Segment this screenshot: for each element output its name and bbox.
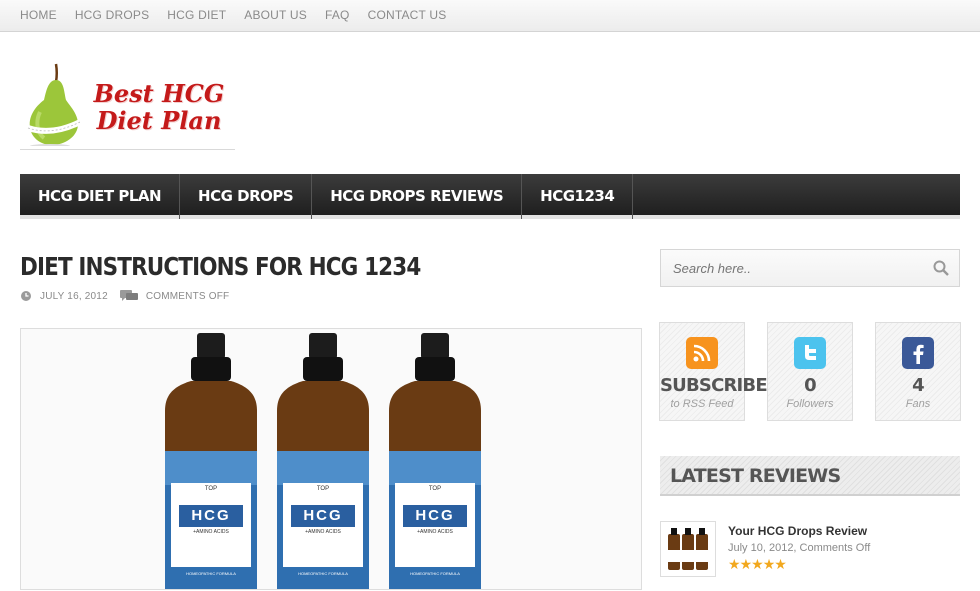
rss-label: SUBSCRIBE [660, 375, 768, 396]
top-bar: HOME HCG DROPS HCG DIET ABOUT US FAQ CON… [0, 0, 980, 32]
main-nav-hcg-drops[interactable]: HCG DROPS [180, 174, 313, 219]
bottle-label-footer: HOMEOPATHIC FORMULA [186, 571, 236, 576]
top-nav-hcg-diet[interactable]: HCG DIET [167, 0, 226, 30]
site-logo[interactable]: Best HCG Diet Plan [20, 58, 235, 150]
bottle-label-brand: HCG [415, 507, 455, 524]
search-box [660, 249, 960, 287]
review-meta: July 10, 2012, Comments Off [728, 542, 871, 554]
twitter-followers-box[interactable]: 0 Followers [767, 322, 853, 421]
facebook-count: 4 [912, 375, 925, 396]
star-icon: ★ [739, 556, 753, 572]
twitter-sublabel: Followers [786, 398, 834, 410]
bottle-label-brand: HCG [191, 507, 231, 524]
rss-icon [686, 337, 718, 369]
pear-logo-icon [27, 63, 80, 146]
twitter-icon [794, 337, 826, 369]
top-nav-about-us[interactable]: ABOUT US [244, 0, 307, 30]
logo-line-2: Diet Plan [96, 106, 222, 135]
top-nav-hcg-drops[interactable]: HCG DROPS [75, 0, 149, 30]
bottle-label-sub: +AMINO ACIDS [417, 529, 453, 535]
star-icon: ★ [774, 556, 787, 572]
bottle-label-footer: HOMEOPATHIC FORMULA [410, 571, 460, 576]
comments-icon [119, 290, 138, 301]
post-featured-image[interactable]: TOP HCG +AMINO ACIDS HOMEOPATHIC FORMULA… [20, 328, 642, 590]
top-nav: HOME HCG DROPS HCG DIET ABOUT US FAQ CON… [0, 0, 980, 30]
bottle-label-top: TOP [204, 486, 218, 492]
twitter-count: 0 [804, 375, 817, 396]
review-thumbnail[interactable] [660, 521, 716, 577]
main-nav-hcg-diet-plan[interactable]: HCG DIET PLAN [20, 174, 181, 219]
review-title[interactable]: Your HCG Drops Review [728, 524, 867, 538]
search-input[interactable] [661, 250, 921, 286]
facebook-fans-box[interactable]: 4 Fans [875, 322, 961, 421]
post-meta: JULY 16, 2012 COMMENTS OFF [20, 290, 241, 302]
bottle-label-top: TOP [428, 486, 442, 492]
post-comments[interactable]: COMMENTS OFF [146, 291, 230, 302]
hcg-bottle-image [165, 333, 257, 589]
bottle-label-sub: +AMINO ACIDS [305, 529, 341, 535]
star-icon: ★ [751, 556, 764, 572]
post-title[interactable]: DIET INSTRUCTIONS FOR HCG 1234 [20, 252, 421, 281]
bottle-label-sub: +AMINO ACIDS [193, 529, 229, 535]
top-nav-home[interactable]: HOME [20, 0, 57, 30]
star-icon: ★ [728, 556, 741, 572]
top-nav-contact-us[interactable]: CONTACT US [368, 0, 447, 30]
latest-reviews-title: LATEST REVIEWS [670, 465, 841, 487]
bottles-thumbnail-icon [668, 528, 708, 570]
bottle-label-footer: HOMEOPATHIC FORMULA [298, 571, 348, 576]
logo-line-1: Best HCG [93, 79, 225, 108]
review-rating-stars: ★★★★★ [728, 556, 787, 573]
clock-icon [21, 291, 31, 301]
facebook-icon [902, 337, 934, 369]
facebook-sublabel: Fans [905, 398, 931, 410]
main-nav-hcg-drops-reviews[interactable]: HCG DROPS REVIEWS [312, 174, 523, 219]
top-nav-faq[interactable]: FAQ [325, 0, 350, 30]
main-nav: HCG DIET PLAN HCG DROPS HCG DROPS REVIEW… [20, 174, 960, 219]
rss-subscribe-box[interactable]: SUBSCRIBE to RSS Feed [659, 322, 768, 421]
post-date: JULY 16, 2012 [40, 290, 108, 302]
rss-sublabel: to RSS Feed [670, 398, 734, 410]
search-icon[interactable] [933, 260, 949, 276]
latest-reviews-header: LATEST REVIEWS [660, 456, 960, 496]
review-item[interactable]: Your HCG Drops Review July 10, 2012, Com… [660, 521, 960, 581]
main-nav-hcg1234[interactable]: HCG1234 [522, 174, 634, 219]
hcg-bottle-image [389, 333, 481, 589]
hcg-bottle-image [277, 333, 369, 589]
star-icon: ★ [762, 556, 776, 572]
bottle-label-top: TOP [316, 486, 330, 492]
logo-text: Best HCG Diet Plan [86, 80, 232, 134]
bottle-label-brand: HCG [303, 507, 343, 524]
